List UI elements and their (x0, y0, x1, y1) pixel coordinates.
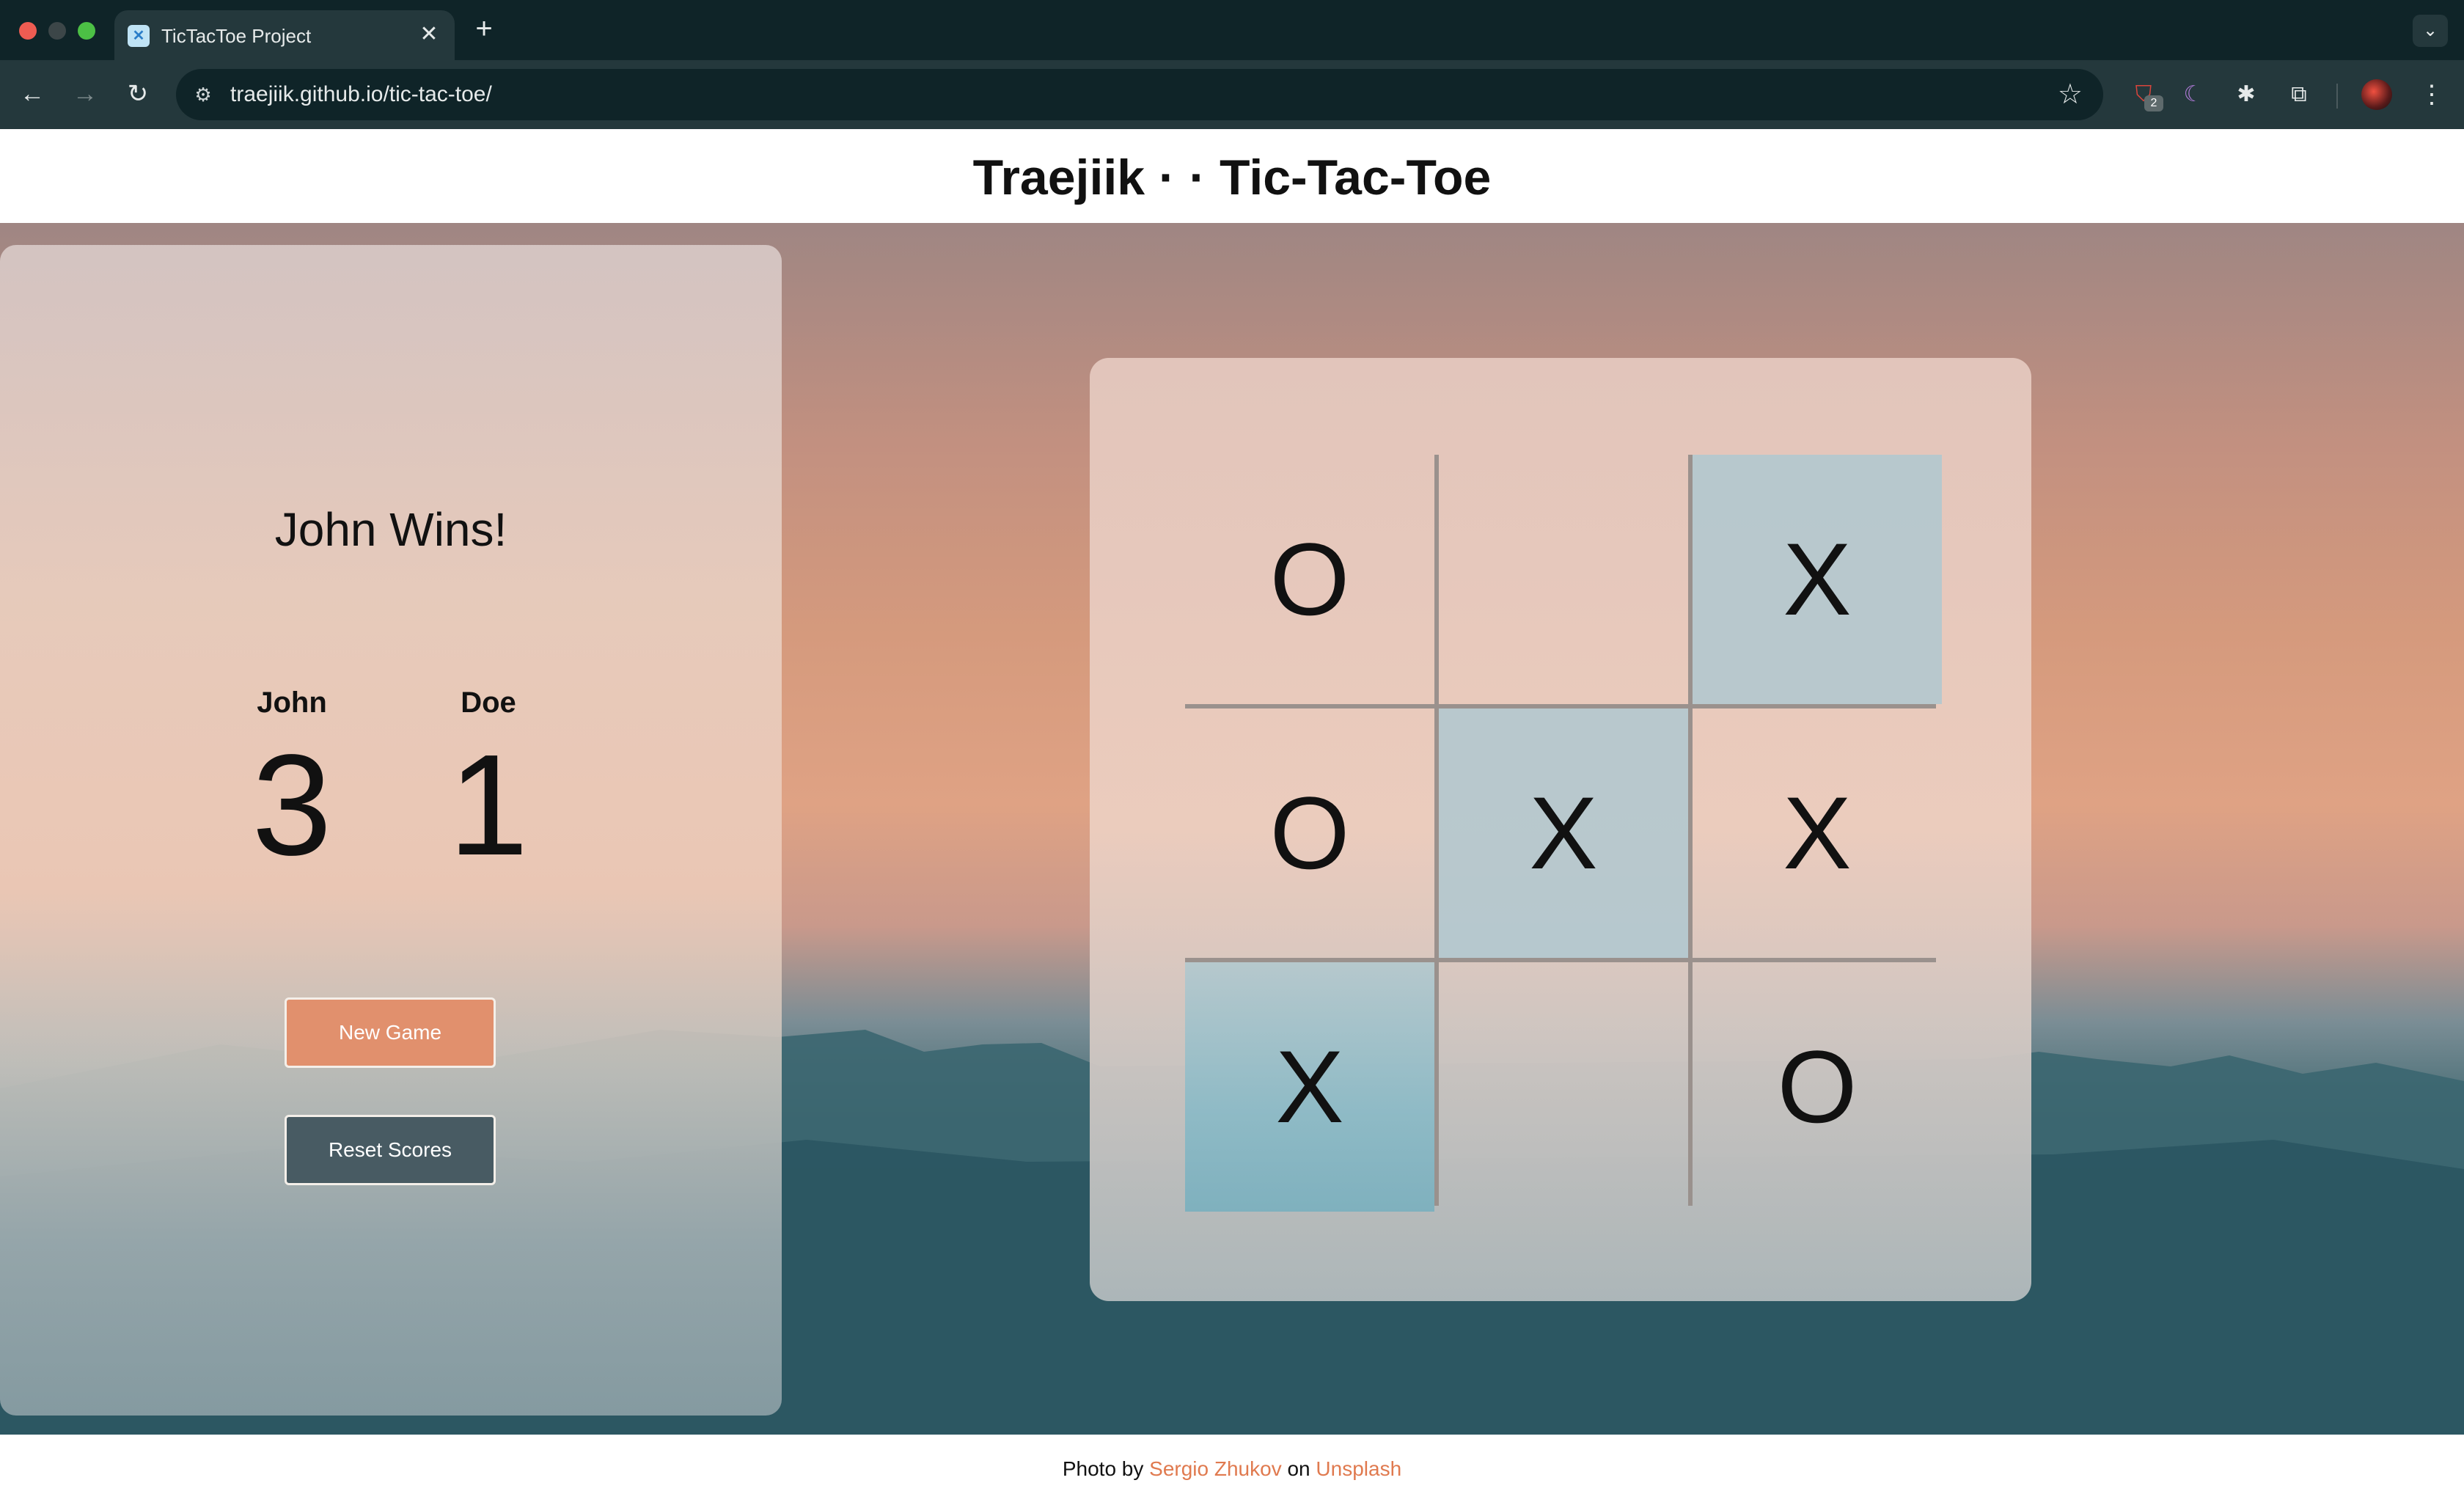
site-header: Traejiik · · Tic-Tac-Toe (0, 129, 2464, 223)
shield-extension-icon[interactable]: ⛉ 2 (2125, 76, 2163, 113)
site-footer: Photo by Sergio Zhukov on Unsplash (0, 1435, 2464, 1505)
photographer-link[interactable]: Sergio Zhukov (1149, 1457, 1282, 1480)
board-card: O X O X X X O (1090, 358, 2031, 1301)
grid-line (1185, 704, 1936, 708)
window-close-button[interactable] (19, 22, 37, 40)
background-photo: John Wins! John 3 Doe 1 New Game Reset S… (0, 223, 2464, 1435)
profile-avatar[interactable] (2361, 79, 2392, 110)
tab-title: TicTacToe Project (161, 25, 312, 47)
player-one-name: John (257, 686, 327, 719)
player-two-name: Doe (461, 686, 516, 719)
credit-prefix: Photo by (1062, 1457, 1144, 1480)
bookmark-star-icon[interactable]: ☆ (2058, 79, 2083, 110)
new-tab-button[interactable]: + (469, 14, 499, 44)
board-cell[interactable]: X (1693, 708, 1942, 958)
tab-search-button[interactable]: ⌄ (2413, 15, 2448, 47)
board-cell[interactable] (1439, 455, 1688, 704)
game-board: O X O X X X O (1185, 455, 1942, 1212)
board-cell[interactable]: O (1185, 708, 1434, 958)
tab-bar: ✕ TicTacToe Project ✕ + ⌄ (0, 0, 2464, 60)
browser-tab[interactable]: ✕ TicTacToe Project ✕ (114, 10, 455, 60)
photo-credit: Photo by Sergio Zhukov on Unsplash (0, 1457, 2464, 1482)
browser-toolbar: ← → ↻ ⚙ traejiik.github.io/tic-tac-toe/ … (0, 60, 2464, 129)
scoreboard-panel: John Wins! John 3 Doe 1 New Game Reset S… (0, 245, 782, 1416)
page-title: Traejiik · · Tic-Tac-Toe (972, 150, 1492, 205)
board-cell[interactable]: X (1439, 708, 1688, 958)
grid-line (1185, 958, 1936, 962)
site-info-icon[interactable]: ⚙ (189, 81, 217, 109)
extension-badge: 2 (2144, 95, 2163, 111)
player-two-score: 1 (448, 725, 529, 885)
grid-line (1434, 455, 1439, 1206)
board-cell[interactable]: X (1693, 455, 1942, 704)
board-cell[interactable]: O (1185, 455, 1434, 704)
bug-extension-icon[interactable]: ✱ (2228, 76, 2265, 113)
grid-line (1688, 455, 1693, 1206)
board-cell[interactable]: X (1185, 962, 1434, 1212)
credit-middle: on (1287, 1457, 1310, 1480)
reset-scores-button[interactable]: Reset Scores (285, 1115, 496, 1185)
more-menu-icon[interactable]: ⋮ (2416, 76, 2448, 113)
window-maximize-button[interactable] (78, 22, 95, 40)
reload-icon[interactable]: ↻ (120, 76, 155, 111)
browser-window: ✕ TicTacToe Project ✕ + ⌄ ← → ↻ ⚙ traeji… (0, 0, 2464, 1505)
puzzle-extensions-icon[interactable]: ⧉ (2281, 76, 2317, 113)
board-cell[interactable]: O (1693, 962, 1942, 1212)
new-game-button[interactable]: New Game (285, 997, 496, 1068)
window-minimize-button[interactable] (48, 22, 66, 40)
unsplash-link[interactable]: Unsplash (1316, 1457, 1401, 1480)
game-status: John Wins! (274, 503, 507, 556)
toolbar-divider (2336, 84, 2338, 109)
moon-extension-icon[interactable]: ☾ (2175, 76, 2212, 113)
url-text[interactable]: traejiik.github.io/tic-tac-toe/ (230, 82, 492, 107)
back-arrow-icon[interactable]: ← (15, 76, 50, 111)
favicon-icon: ✕ (128, 25, 150, 47)
tab-close-icon[interactable]: ✕ (415, 21, 443, 48)
player-one-score: 3 (252, 725, 332, 885)
board-cell[interactable] (1439, 962, 1688, 1212)
address-bar[interactable]: ⚙ traejiik.github.io/tic-tac-toe/ ☆ (176, 69, 2103, 120)
forward-arrow-icon[interactable]: → (67, 76, 103, 111)
